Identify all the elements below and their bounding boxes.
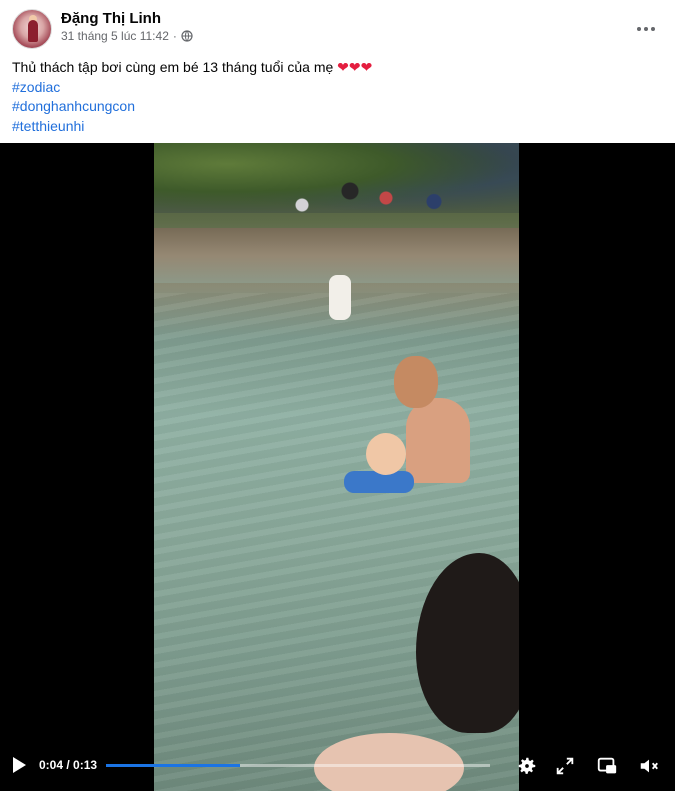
author-avatar[interactable]: [12, 9, 52, 49]
duration: 0:13: [73, 758, 98, 772]
globe-icon: [181, 30, 193, 42]
hashtag-link[interactable]: #zodiac: [12, 78, 662, 98]
more-options-button[interactable]: [631, 14, 661, 44]
author-name[interactable]: Đặng Thị Linh: [61, 10, 161, 27]
post-meta: 31 tháng 5 lúc 11:42 ·: [61, 29, 193, 43]
post-text: Thủ thách tập bơi cùng em bé 13 tháng tu…: [12, 58, 662, 136]
volume-muted-icon[interactable]: [638, 755, 660, 777]
post-header: Đặng Thị Linh 31 tháng 5 lúc 11:42 ·: [0, 0, 675, 54]
post-timestamp[interactable]: 31 tháng 5 lúc 11:42: [61, 29, 169, 43]
more-horizontal-icon: [637, 27, 641, 31]
progress-bar[interactable]: [106, 764, 490, 767]
video-time: 0:04 / 0:13: [39, 758, 98, 772]
play-icon[interactable]: [11, 756, 27, 774]
post-caption-line: Thủ thách tập bơi cùng em bé 13 tháng tu…: [12, 58, 662, 78]
hashtag-link[interactable]: #tetthieunhi: [12, 117, 662, 137]
fullscreen-icon[interactable]: [554, 755, 576, 777]
hearts-emoji: ❤❤❤: [337, 59, 373, 75]
video-player[interactable]: 0:04 / 0:13: [0, 143, 675, 791]
meta-separator: ·: [172, 29, 177, 43]
progress-fill: [106, 764, 241, 767]
picture-in-picture-icon[interactable]: [596, 755, 618, 777]
settings-icon[interactable]: [516, 755, 538, 777]
video-frame[interactable]: [154, 143, 519, 791]
video-controls: 0:04 / 0:13: [0, 745, 675, 791]
current-time: 0:04: [39, 758, 64, 772]
post-caption: Thủ thách tập bơi cùng em bé 13 tháng tu…: [12, 59, 334, 75]
hashtag-link[interactable]: #donghanhcungcon: [12, 97, 662, 117]
